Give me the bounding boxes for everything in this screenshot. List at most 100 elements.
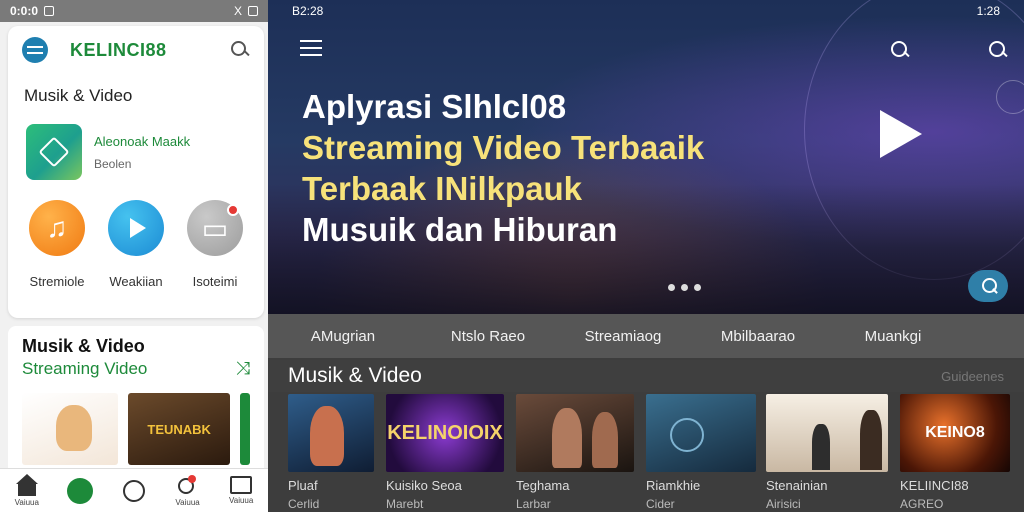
video-title: Stenainian (766, 478, 828, 493)
menu-logo-icon[interactable] (22, 37, 48, 63)
carousel-dots (668, 284, 701, 291)
video-sub: Marebt (386, 497, 424, 511)
video-thumbnail: KEINO8 (900, 394, 1010, 472)
home-icon (15, 474, 39, 496)
music-note-icon: ♫ (29, 200, 85, 256)
video-title: KELIINCI88 (900, 478, 969, 493)
video-thumbnail (288, 394, 374, 472)
video-row: Pluaf Cerlid KELINOIOIX Kuisiko Seoa Mar… (268, 394, 1024, 512)
left-phone: 0:0:0 X KELINCI88 Musik & Video Aleonoak… (0, 0, 268, 512)
featured-app[interactable]: Aleonoak Maakk Beolen (8, 106, 264, 180)
nav-home[interactable]: Vaiuua (5, 474, 49, 507)
hero-line-3: Terbaak INilkpauk (302, 170, 583, 207)
search-icon[interactable] (890, 40, 910, 60)
cast-icon: ▭ (187, 200, 243, 256)
thumbnail-poster[interactable]: TEUNABK (128, 393, 231, 465)
video-sub: Airisici (766, 497, 801, 511)
hero-line-2: Streaming Video Terbaaik (302, 129, 705, 166)
hero-headline: Aplyrasi Slhlcl08 Streaming Video Terbaa… (302, 86, 704, 250)
hero-line-1: Aplyrasi Slhlcl08 (302, 88, 567, 125)
video-thumbnail: KELINOIOIX (386, 394, 504, 472)
video-card[interactable]: Teghama Larbar (516, 394, 634, 511)
status-clock: 1:28 (976, 4, 1000, 18)
search-fab[interactable] (968, 270, 1008, 302)
video-title: Kuisiko Seoa (386, 478, 462, 493)
video-card[interactable]: KEINO8 KELIINCI88 AGREO (900, 394, 1010, 511)
featured-app-name: Aleonoak Maakk (94, 133, 191, 149)
row-title: Musik & Video (288, 364, 422, 387)
video-card[interactable]: Riamkhie Cider (646, 394, 756, 511)
category-cast[interactable]: ▭ Isoteimi (180, 200, 250, 289)
tab-2[interactable]: Ntslo Raeo (418, 328, 558, 345)
category-streaming[interactable]: ♫ Stremiole (22, 200, 92, 289)
video-card[interactable]: Pluaf Cerlid (288, 394, 374, 511)
x-icon: X (233, 4, 242, 18)
hero-line-4: Musuik dan Hiburan (302, 211, 618, 248)
promo-subtitle: Streaming Video (22, 359, 148, 378)
featured-app-icon (26, 124, 82, 180)
row-more-link[interactable]: Guideenes (941, 369, 1004, 384)
thumbnail-cat[interactable] (22, 393, 119, 465)
nav-label: Vaiuua (229, 496, 254, 505)
nav-app[interactable] (58, 477, 102, 504)
video-thumbnail-text: KEINO8 (925, 424, 985, 441)
hero-banner[interactable]: B2:28 1:28 Aplyrasi Slhlcl08 Streaming V… (268, 0, 1024, 314)
category-video[interactable]: Weakiian (101, 200, 171, 289)
notification-badge (227, 204, 239, 216)
nav-label: Vaiuua (175, 498, 200, 507)
nav-label: Vaiuua (14, 498, 39, 507)
tab-1[interactable]: AMugrian (268, 328, 418, 345)
video-title: Riamkhie (646, 478, 701, 493)
mail-icon (230, 476, 253, 494)
video-card[interactable]: KELINOIOIX Kuisiko Seoa Marebt (386, 394, 504, 511)
tab-5[interactable]: Muankgi (828, 328, 958, 345)
clock-icon (122, 479, 145, 502)
bottom-nav: Vaiuua Vaiuua Vaiuua (0, 468, 268, 512)
video-title: Pluaf (288, 478, 318, 493)
nav-history[interactable] (112, 479, 156, 502)
screen: 0:0:0 X KELINCI88 Musik & Video Aleonoak… (0, 0, 1024, 512)
tab-3[interactable]: Streamiaog (558, 328, 688, 345)
status-time: B2:28 (292, 4, 324, 18)
app-title: KELINCI88 (70, 39, 167, 60)
play-icon[interactable] (880, 110, 922, 158)
thumbnail-poster-text: TEUNABK (147, 421, 211, 437)
status-bar: 0:0:0 X (0, 0, 268, 22)
menu-icon[interactable] (300, 40, 322, 56)
video-sub: AGREO (900, 497, 944, 511)
right-phone: B2:28 1:28 Aplyrasi Slhlcl08 Streaming V… (268, 0, 1024, 512)
nav-video[interactable]: Vaiuua (166, 474, 210, 507)
green-app-icon (67, 477, 94, 504)
video-thumbnail (766, 394, 888, 472)
top-card: KELINCI88 Musik & Video Aleonoak Maakk B… (8, 26, 264, 318)
category-label: Isoteimi (192, 274, 238, 289)
search-icon[interactable] (230, 40, 250, 60)
promo-card[interactable]: Musik & Video Streaming Video ⤨ TEUNABK (8, 326, 264, 486)
video-thumbnail (516, 394, 634, 472)
tab-4[interactable]: Mbilbaarao (688, 328, 828, 345)
battery-icon (248, 6, 258, 16)
video-sub: Larbar (516, 497, 551, 511)
video-thumbnail (646, 394, 756, 472)
video-card[interactable]: Stenainian Airisici (766, 394, 888, 511)
featured-app-sub: Beolen (94, 156, 132, 171)
status-bar: B2:28 1:28 (268, 0, 1024, 22)
arrow-icon[interactable]: ⤨ (236, 358, 250, 379)
nav-mail[interactable]: Vaiuua (219, 476, 263, 505)
category-label: Weakiian (109, 274, 163, 289)
play-icon (108, 200, 164, 256)
notification-icon (44, 6, 55, 16)
video-sub: Cerlid (288, 497, 320, 511)
thumbnail-partial[interactable] (240, 393, 250, 465)
row-header: Musik & Video Guideenes (268, 360, 1024, 392)
video-icon (176, 474, 200, 496)
category-label: Stremiole (29, 274, 85, 289)
app-bar: KELINCI88 (8, 26, 264, 74)
video-thumbnail-text: KELINOIOIX (387, 421, 503, 444)
search-icon-secondary[interactable] (988, 40, 1008, 60)
category-tabs: AMugrian Ntslo Raeo Streamiaog Mbilbaara… (268, 314, 1024, 358)
status-time: 0:0:0 (10, 4, 39, 18)
video-title: Teghama (516, 478, 570, 493)
category-row: ♫ Stremiole Weakiian ▭ Isoteimi (8, 180, 264, 289)
side-circle-icon[interactable] (996, 80, 1024, 114)
